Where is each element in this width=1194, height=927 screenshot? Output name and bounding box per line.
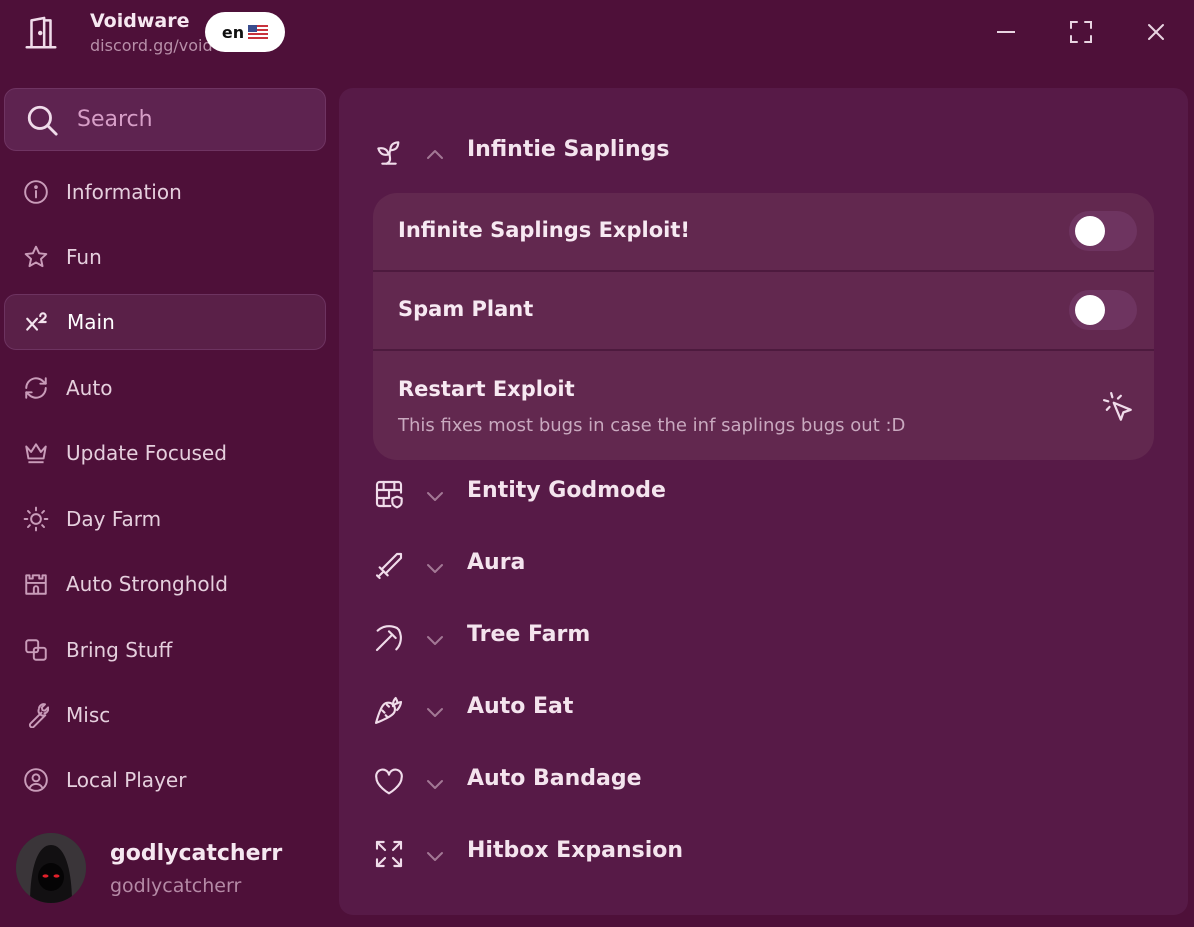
restart-exploit-button[interactable]: Restart Exploit This fixes most bugs in …: [373, 351, 1154, 460]
chevron-down-icon: [427, 708, 443, 717]
sidebar-item-misc[interactable]: Misc: [4, 687, 326, 743]
sidebar-item-label: Bring Stuff: [66, 638, 173, 662]
brick-wall-shield-icon: [375, 480, 403, 509]
section-tree-farm[interactable]: Tree Farm: [339, 608, 1188, 668]
language-code: en: [221, 22, 245, 42]
profile-display-name: godlycatcherr: [110, 841, 283, 866]
user-profile: godlycatcherr godlycatcherr: [16, 833, 336, 908]
section-title: Infintie Saplings: [467, 137, 670, 162]
sidebar-item-label: Information: [66, 180, 182, 204]
spam-plant-toggle[interactable]: [1069, 290, 1137, 330]
toggle-knob: [1075, 216, 1105, 246]
sidebar-item-auto-stronghold[interactable]: Auto Stronghold: [4, 556, 326, 612]
sidebar-item-local-player[interactable]: Local Player: [4, 752, 326, 808]
section-auto-bandage[interactable]: Auto Bandage: [339, 752, 1188, 812]
search-placeholder: Search: [77, 107, 153, 132]
star-icon: [24, 245, 48, 268]
app-subtitle: discord.gg/voidware: [90, 36, 215, 55]
sidebar-item-label: Day Farm: [66, 507, 162, 531]
section-infintie-saplings[interactable]: Infintie Saplings: [339, 123, 1188, 183]
close-button[interactable]: [1141, 17, 1171, 47]
title-bar: Voidware discord.gg/voidware en: [0, 0, 1194, 80]
section-options-group: Infinite Saplings Exploit! Spam Plant Re…: [373, 193, 1154, 460]
info-icon: [24, 180, 48, 204]
castle-icon: [25, 574, 47, 595]
chevron-down-icon: [427, 852, 443, 861]
sidebar-item-information[interactable]: Information: [4, 164, 326, 220]
sprout-icon: [377, 141, 400, 165]
wrench-icon: [29, 703, 49, 728]
option-label: Spam Plant: [398, 297, 534, 321]
section-title: Auto Eat: [467, 694, 574, 719]
option-row-infinite-saplings-exploit: Infinite Saplings Exploit!: [373, 193, 1154, 270]
section-title: Hitbox Expansion: [467, 838, 684, 863]
search-box[interactable]: Search: [4, 88, 326, 151]
chevron-down-icon: [427, 636, 443, 645]
sidebar-item-label: Auto Stronghold: [66, 572, 228, 596]
search-icon: [27, 105, 58, 136]
option-label: Restart Exploit: [398, 377, 575, 401]
minimize-button[interactable]: [991, 17, 1021, 47]
sidebar-item-update-focused[interactable]: Update Focused: [4, 425, 326, 481]
heart-icon: [375, 768, 403, 795]
toggle-knob: [1075, 295, 1105, 325]
section-auto-eat[interactable]: Auto Eat: [339, 680, 1188, 740]
chevron-down-icon: [427, 492, 443, 501]
profile-username: godlycatcherr: [110, 875, 242, 897]
section-hitbox-expansion[interactable]: Hitbox Expansion: [339, 824, 1188, 884]
option-row-spam-plant: Spam Plant: [373, 272, 1154, 349]
sidebar: Search Information Fun Main Auto Update …: [0, 88, 336, 927]
sidebar-item-fun[interactable]: Fun: [4, 229, 326, 285]
chevron-down-icon: [427, 780, 443, 789]
sidebar-item-day-farm[interactable]: Day Farm: [4, 491, 326, 547]
section-title: Aura: [467, 550, 526, 575]
chevron-up-icon: [427, 150, 443, 159]
sidebar-item-label: Fun: [66, 245, 102, 269]
chevron-down-icon: [427, 564, 443, 573]
sun-icon: [23, 506, 49, 532]
section-title: Entity Godmode: [467, 478, 666, 503]
section-title: Auto Bandage: [467, 766, 642, 791]
sword-icon: [375, 552, 403, 580]
minimize-icon: [997, 31, 1015, 33]
user-circle-icon: [24, 768, 48, 792]
sidebar-item-label: Update Focused: [66, 441, 227, 465]
crown-icon: [25, 443, 47, 464]
sidebar-item-auto[interactable]: Auto: [4, 360, 326, 416]
sidebar-item-main[interactable]: Main: [4, 294, 326, 350]
section-title: Tree Farm: [467, 622, 591, 647]
door-icon: [25, 16, 57, 49]
infinite-saplings-toggle[interactable]: [1069, 211, 1137, 251]
avatar: [16, 833, 86, 903]
option-description: This fixes most bugs in case the inf sap…: [398, 415, 906, 436]
sidebar-item-bring-stuff[interactable]: Bring Stuff: [4, 622, 326, 678]
section-aura[interactable]: Aura: [339, 536, 1188, 596]
section-entity-godmode[interactable]: Entity Godmode: [339, 464, 1188, 524]
sidebar-item-label: Local Player: [66, 768, 187, 792]
sidebar-item-label: Main: [67, 310, 115, 334]
refresh-icon: [25, 377, 47, 399]
expand-icon: [375, 840, 403, 868]
maximize-button[interactable]: [1066, 17, 1096, 47]
language-selector[interactable]: en: [205, 12, 285, 52]
copy-icon: [25, 639, 47, 661]
maximize-icon: [1070, 21, 1092, 43]
app-title: Voidware: [90, 10, 190, 32]
superscript-icon: [26, 312, 47, 331]
sidebar-item-label: Misc: [66, 703, 111, 727]
sidebar-item-label: Auto: [66, 376, 113, 400]
hooded-avatar-icon: [16, 833, 86, 903]
option-label: Infinite Saplings Exploit!: [398, 218, 690, 242]
pointer-click-icon: [1102, 391, 1132, 421]
content-panel: Infintie Saplings Infinite Saplings Expl…: [339, 88, 1188, 915]
us-flag-icon: [248, 25, 269, 39]
close-icon: [1148, 24, 1164, 40]
carrot-icon: [375, 696, 403, 724]
pickaxe-icon: [375, 625, 402, 652]
